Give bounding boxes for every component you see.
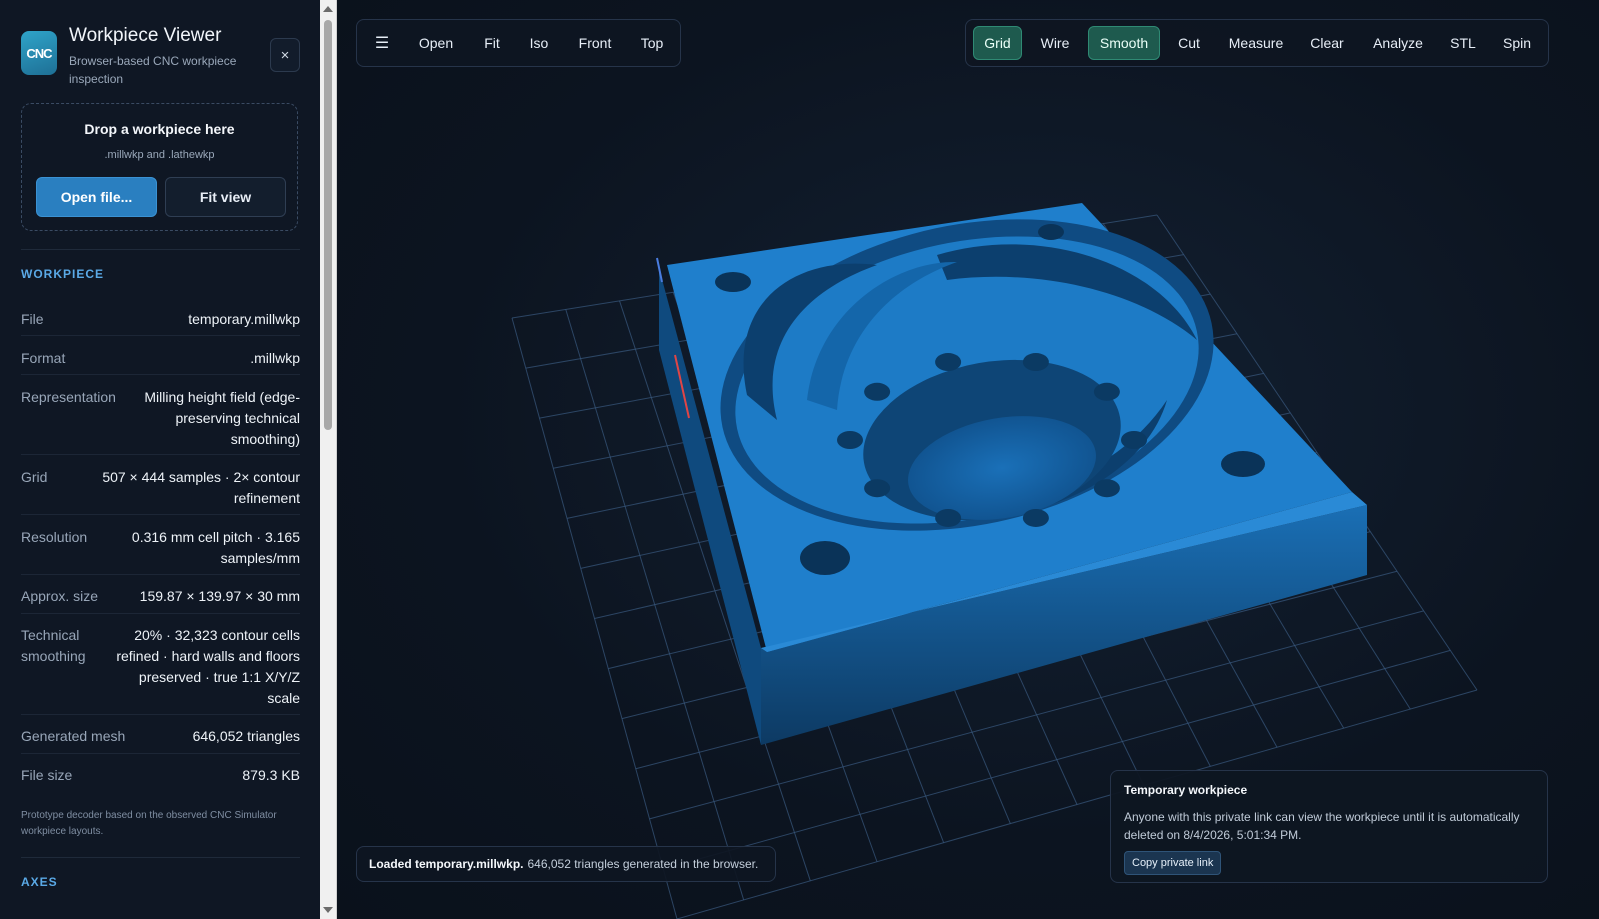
- close-sidebar-button[interactable]: ×: [270, 38, 300, 72]
- view-toolbar: ☰ Open Fit Iso Front Top: [356, 19, 681, 67]
- toolbar-measure-button[interactable]: Measure: [1218, 26, 1294, 60]
- radial-hole: [864, 479, 891, 498]
- temp-card-title: Temporary workpiece: [1124, 783, 1248, 797]
- toolbar-spin-button[interactable]: Spin: [1492, 26, 1542, 60]
- prop-value: 0.316 mm cell pitch · 3.165 samples/mm: [131, 529, 300, 566]
- prop-value: Milling height field (edge-preserving te…: [144, 389, 300, 447]
- prop-row-generated-mesh: Generated mesh 646,052 triangles: [21, 726, 300, 754]
- prop-key: Generated mesh: [21, 728, 126, 744]
- prop-row-resolution: Resolution 0.316 mm cell pitch · 3.165 s…: [21, 527, 300, 575]
- divider: [21, 249, 300, 250]
- 3d-viewport[interactable]: ☰ Open Fit Iso Front Top Grid Wire Smoot…: [337, 0, 1599, 919]
- prop-row-file: File temporary.millwkp: [21, 309, 300, 336]
- radial-hole: [837, 431, 863, 449]
- radial-hole: [935, 508, 962, 527]
- prop-key: Approx. size: [21, 588, 99, 604]
- sidebar: CNC Workpiece Viewer Browser-based CNC w…: [0, 0, 321, 919]
- prop-value: 159.87 × 139.97 × 30 mm: [139, 588, 300, 604]
- toggle-grid-button[interactable]: Grid: [973, 26, 1022, 60]
- temp-card-body: Anyone with this private link can view t…: [1124, 810, 1520, 842]
- prop-key: Representation: [21, 389, 116, 405]
- prop-row-technical-smoothing: Technical smoothing 20% · 32,323 contour…: [21, 625, 300, 715]
- prop-key: File size: [21, 767, 73, 783]
- prop-value: 879.3 KB: [242, 767, 300, 783]
- workpiece-section-heading: WORKPIECE: [21, 267, 105, 281]
- prop-key: Technical smoothing: [21, 627, 86, 664]
- toolbar-iso-button[interactable]: Iso: [521, 26, 557, 60]
- radial-hole: [1022, 353, 1049, 372]
- prop-key: Format: [21, 350, 66, 366]
- prop-key: File: [21, 311, 44, 327]
- prop-row-approx-size: Approx. size 159.87 × 139.97 × 30 mm: [21, 586, 300, 614]
- brand-header: CNC Workpiece Viewer Browser-based CNC w…: [21, 25, 301, 89]
- prop-key: Grid: [21, 469, 48, 485]
- toolbar-analyze-button[interactable]: Analyze: [1361, 26, 1435, 60]
- cnc-logo-icon: CNC: [21, 31, 57, 75]
- toolbar-open-button[interactable]: Open: [409, 26, 463, 60]
- app-title: Workpiece Viewer: [69, 25, 222, 46]
- menu-icon[interactable]: ☰: [365, 26, 399, 60]
- open-file-button[interactable]: Open file...: [36, 177, 157, 217]
- toolbar-stl-button[interactable]: STL: [1443, 26, 1483, 60]
- sidebar-scrollbar[interactable]: [320, 0, 337, 919]
- display-toolbar: Grid Wire Smooth Cut Measure Clear Analy…: [965, 19, 1549, 67]
- mount-hole-top-left: [715, 272, 751, 292]
- radial-hole: [864, 382, 891, 401]
- dropzone-subtitle: .millwkp and .lathewkp: [104, 149, 215, 161]
- status-message: Loaded temporary.millwkp. 646,052 triang…: [356, 846, 776, 882]
- axes-section-heading: AXES: [21, 875, 58, 889]
- scroll-thumb[interactable]: [324, 20, 332, 430]
- radial-hole: [1121, 431, 1147, 449]
- prop-row-representation: Representation Milling height field (edg…: [21, 387, 300, 455]
- radial-hole: [935, 353, 962, 372]
- toolbar-cut-button[interactable]: Cut: [1169, 26, 1209, 60]
- divider: [21, 857, 300, 858]
- prop-key: Resolution: [21, 529, 88, 545]
- prop-value: 507 × 444 samples · 2× contour refinemen…: [102, 469, 300, 506]
- file-dropzone[interactable]: Drop a workpiece here .millwkp and .lath…: [21, 103, 298, 231]
- toolbar-clear-button[interactable]: Clear: [1302, 26, 1352, 60]
- dropzone-title: Drop a workpiece here: [84, 121, 235, 137]
- mount-hole-bottom-left: [800, 541, 850, 575]
- prop-row-file-size: File size 879.3 KB: [21, 765, 300, 793]
- toolbar-fit-button[interactable]: Fit: [473, 26, 511, 60]
- prop-row-format: Format .millwkp: [21, 348, 300, 375]
- prop-value: 646,052 triangles: [192, 728, 300, 744]
- scroll-down-arrow-icon[interactable]: [323, 907, 333, 913]
- prop-value: temporary.millwkp: [188, 311, 300, 327]
- mount-hole-top-right: [1038, 224, 1064, 240]
- scroll-up-arrow-icon[interactable]: [323, 6, 333, 12]
- copy-private-link-button[interactable]: Copy private link: [1124, 851, 1222, 875]
- fit-view-button[interactable]: Fit view: [165, 177, 286, 217]
- mount-hole-right: [1221, 451, 1265, 477]
- prop-row-grid: Grid 507 × 444 samples · 2× contour refi…: [21, 467, 300, 515]
- decoder-note: Prototype decoder based on the observed …: [21, 810, 277, 837]
- status-bold: Loaded temporary.millwkp.: [369, 857, 524, 871]
- toolbar-front-button[interactable]: Front: [567, 26, 623, 60]
- toolbar-top-button[interactable]: Top: [631, 26, 673, 60]
- app-subtitle: Browser-based CNC workpiece inspection: [69, 54, 237, 86]
- radial-hole: [1022, 508, 1049, 527]
- radial-hole: [1093, 382, 1120, 401]
- radial-hole: [1093, 479, 1120, 498]
- prop-value: 20% · 32,323 contour cells refined · har…: [116, 627, 300, 706]
- prop-value: .millwkp: [250, 350, 300, 366]
- temporary-workpiece-card: Temporary workpiece Anyone with this pri…: [1110, 770, 1548, 883]
- toggle-wire-button[interactable]: Wire: [1031, 26, 1079, 60]
- toggle-smooth-button[interactable]: Smooth: [1088, 26, 1160, 60]
- status-text: 646,052 triangles generated in the brows…: [527, 857, 759, 871]
